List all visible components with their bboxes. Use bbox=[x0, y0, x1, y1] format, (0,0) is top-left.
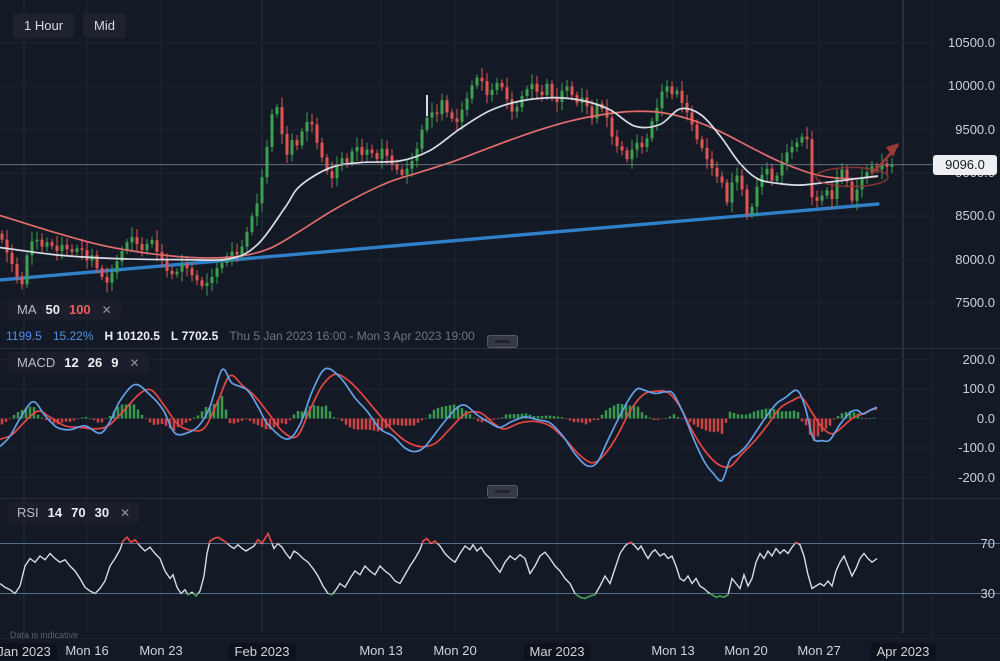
axis-tick-label: 30 bbox=[981, 586, 995, 601]
time-tick-label: Mon 13 bbox=[651, 643, 694, 658]
remove-macd-button[interactable]: ✕ bbox=[127, 356, 139, 370]
time-tick-label: Mon 16 bbox=[65, 643, 108, 658]
ohlc-info-bar: 1199.5 15.22% H 10120.5 L 7702.5 Thu 5 J… bbox=[6, 329, 475, 343]
macd-slow: 26 bbox=[88, 355, 102, 370]
axis-tick-label: 10500.0 bbox=[948, 35, 995, 50]
time-tick-label: Apr 2023 bbox=[871, 643, 936, 660]
price-axis[interactable]: 10500.010000.09500.09000.08500.08000.075… bbox=[932, 0, 1000, 638]
rsi-period: 14 bbox=[48, 505, 62, 520]
ma-legend-name: MA bbox=[17, 302, 37, 317]
time-tick-label: Mar 2023 bbox=[524, 643, 591, 660]
time-tick-label: Mon 13 bbox=[359, 643, 402, 658]
time-tick-label: Feb 2023 bbox=[229, 643, 296, 660]
interval-button[interactable]: 1 Hour bbox=[13, 13, 74, 38]
high-value: H 10120.5 bbox=[105, 329, 160, 343]
time-tick-label: Mon 27 bbox=[797, 643, 840, 658]
rsi-upper: 70 bbox=[71, 505, 85, 520]
macd-fast: 12 bbox=[64, 355, 78, 370]
chart-toolbar: 1 Hour Mid bbox=[13, 13, 126, 38]
time-tick-label: Mon 23 bbox=[139, 643, 182, 658]
axis-tick-label: 70 bbox=[981, 536, 995, 551]
change-percent: 15.22% bbox=[53, 329, 94, 343]
rsi-indicator-legend: RSI 14 70 30 ✕ bbox=[8, 502, 139, 523]
ma-indicator-legend: MA 50 100 ✕ bbox=[8, 299, 121, 320]
rsi-pane-collapse-handle[interactable] bbox=[487, 485, 518, 498]
macd-pane-collapse-handle[interactable] bbox=[487, 335, 518, 348]
macd-indicator-legend: MACD 12 26 9 ✕ bbox=[8, 352, 149, 373]
axis-tick-label: 10000.0 bbox=[948, 78, 995, 93]
macd-legend-name: MACD bbox=[17, 355, 55, 370]
disclaimer-text: Data is indicative bbox=[10, 630, 78, 640]
macd-signal: 9 bbox=[111, 355, 118, 370]
date-range: Thu 5 Jan 2023 16:00 - Mon 3 Apr 2023 19… bbox=[229, 329, 475, 343]
price-mode-button[interactable]: Mid bbox=[83, 13, 126, 38]
axis-tick-label: 7500.0 bbox=[955, 295, 995, 310]
rsi-legend-name: RSI bbox=[17, 505, 39, 520]
remove-ma-button[interactable]: ✕ bbox=[100, 303, 112, 317]
remove-rsi-button[interactable]: ✕ bbox=[118, 506, 130, 520]
time-tick-label: Mon 20 bbox=[433, 643, 476, 658]
axis-tick-label: 200.0 bbox=[962, 352, 995, 367]
low-value: L 7702.5 bbox=[171, 329, 218, 343]
axis-tick-label: 9500.0 bbox=[955, 122, 995, 137]
ma-period-50: 50 bbox=[46, 302, 60, 317]
rsi-lower: 30 bbox=[95, 505, 109, 520]
axis-tick-label: -200.0 bbox=[958, 470, 995, 485]
time-tick-label: Jan 2023 bbox=[0, 643, 57, 660]
axis-tick-label: 100.0 bbox=[962, 381, 995, 396]
axis-tick-label: -100.0 bbox=[958, 440, 995, 455]
ma-period-100: 100 bbox=[69, 302, 91, 317]
axis-tick-label: 8500.0 bbox=[955, 208, 995, 223]
last-price-label: 9096.0 bbox=[933, 155, 997, 175]
change-value: 1199.5 bbox=[6, 329, 42, 343]
time-axis[interactable]: Jan 2023 Mon 16 Mon 23 Feb 2023 Mon 13 Mon 20… bbox=[0, 638, 1000, 661]
trading-chart-window: 1 Hour Mid MA 50 100 ✕ 1199.5 15.22% H 1… bbox=[0, 0, 1000, 661]
axis-tick-label: 0.0 bbox=[977, 411, 995, 426]
axis-tick-label: 8000.0 bbox=[955, 252, 995, 267]
time-tick-label: Mon 20 bbox=[724, 643, 767, 658]
